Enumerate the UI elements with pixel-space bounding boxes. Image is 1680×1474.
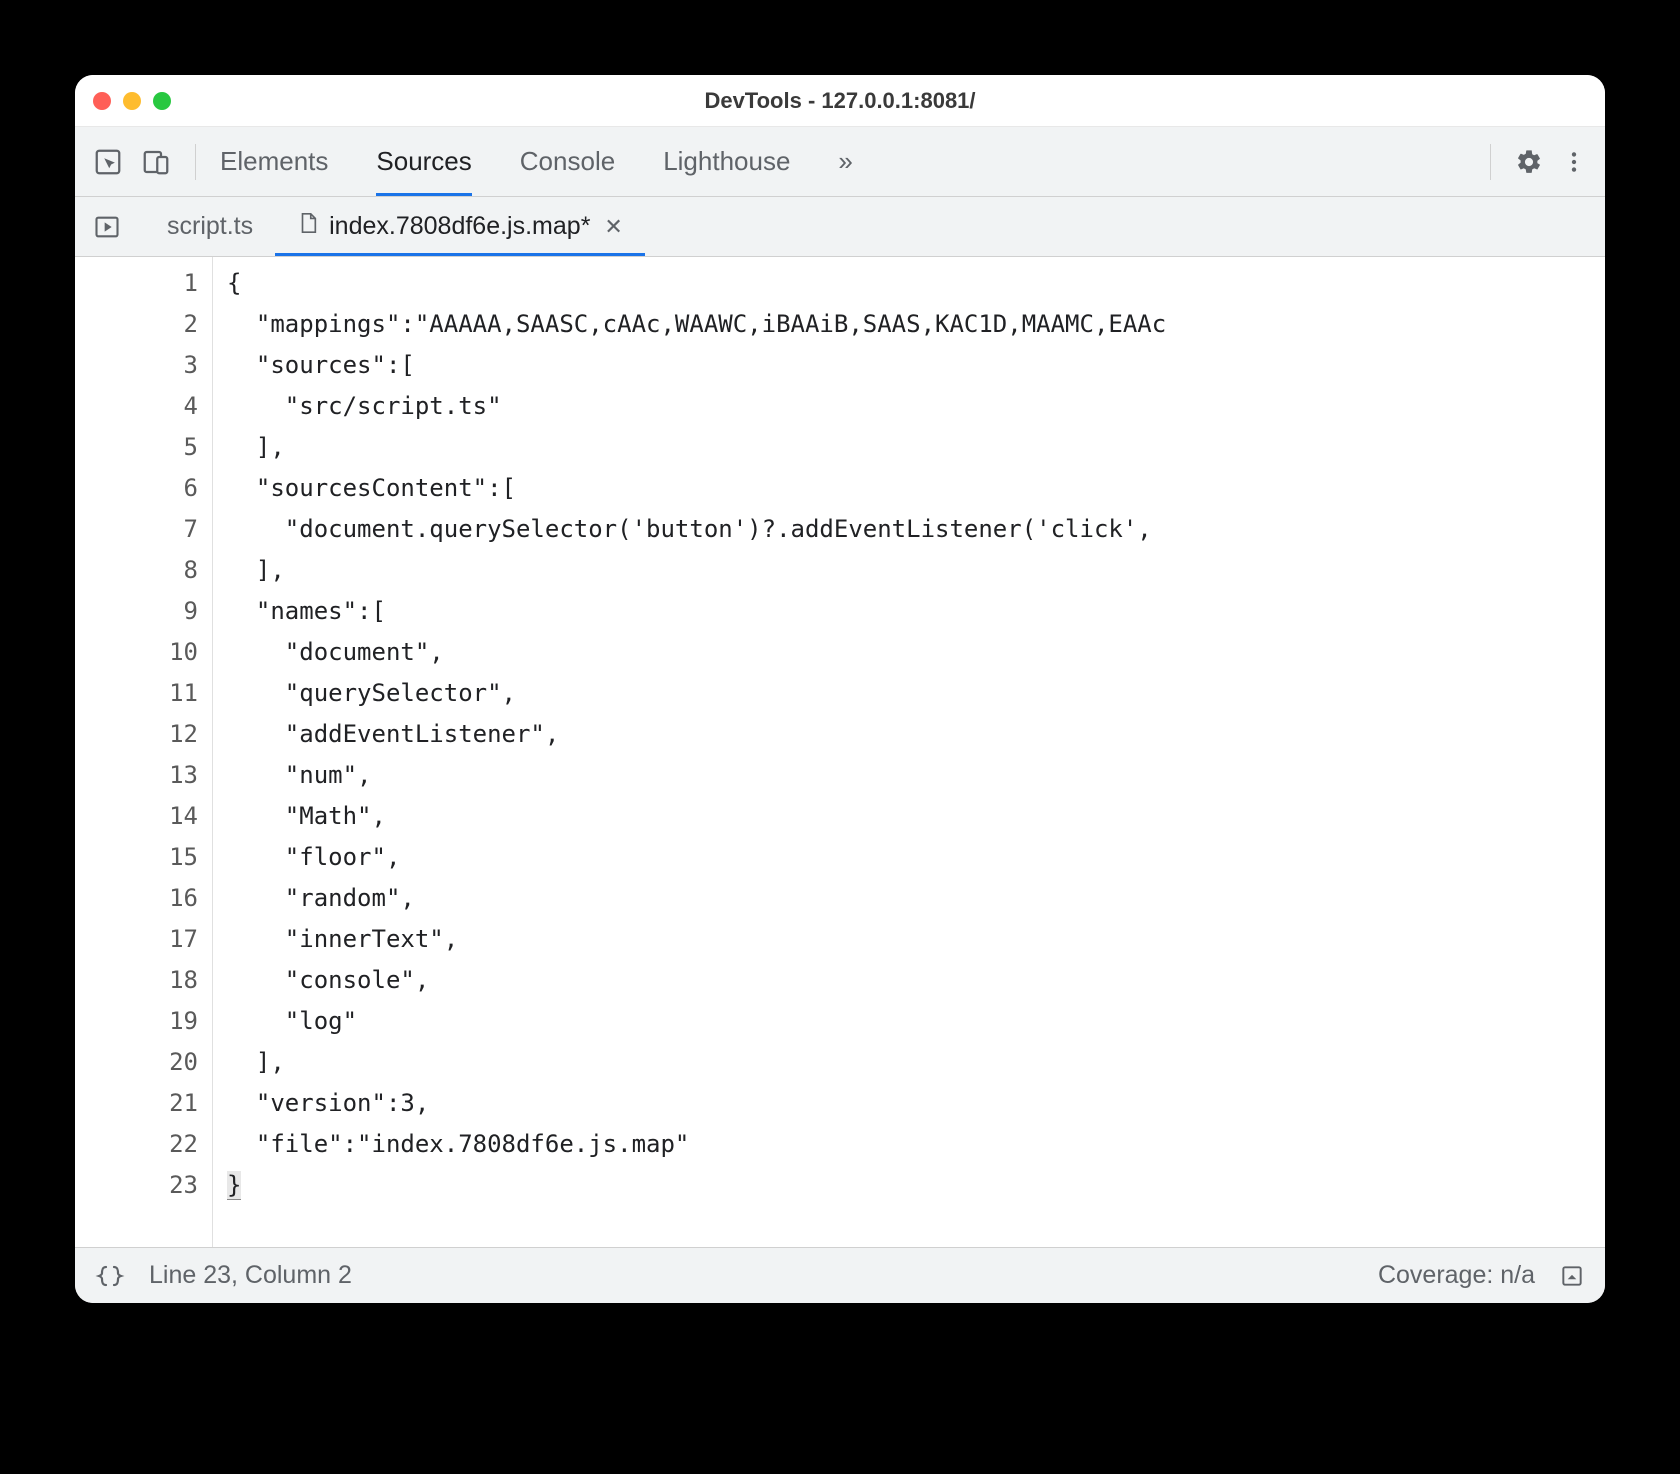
- cursor-position: Line 23, Column 2: [149, 1261, 352, 1290]
- settings-icon[interactable]: [1515, 148, 1543, 176]
- zoom-window-button[interactable]: [153, 92, 171, 110]
- coverage-status: Coverage: n/a: [1378, 1261, 1535, 1290]
- file-tab-index-map[interactable]: index.7808df6e.js.map* ✕: [275, 197, 645, 256]
- window-title: DevTools - 127.0.0.1:8081/: [75, 88, 1605, 114]
- pretty-print-icon[interactable]: [95, 1263, 125, 1289]
- file-icon: [297, 212, 319, 241]
- devtools-window: DevTools - 127.0.0.1:8081/ Elements Sour…: [75, 75, 1605, 1303]
- traffic-lights: [93, 92, 171, 110]
- tab-lighthouse[interactable]: Lighthouse: [663, 127, 790, 196]
- code-content[interactable]: { "mappings":"AAAAA,SAASC,cAAc,WAAWC,iBA…: [213, 257, 1605, 1247]
- close-tab-icon[interactable]: ✕: [600, 214, 622, 240]
- kebab-menu-icon[interactable]: [1561, 149, 1587, 175]
- main-toolbar: Elements Sources Console Lighthouse »: [75, 127, 1605, 197]
- file-tab-label: index.7808df6e.js.map*: [329, 212, 590, 241]
- line-number-gutter: 1234567891011121314151617181920212223: [75, 257, 213, 1247]
- titlebar: DevTools - 127.0.0.1:8081/: [75, 75, 1605, 127]
- file-tab-label: script.ts: [167, 212, 253, 241]
- sources-sub-toolbar: script.ts index.7808df6e.js.map* ✕: [75, 197, 1605, 257]
- show-drawer-icon[interactable]: [1559, 1263, 1585, 1289]
- tab-console[interactable]: Console: [520, 127, 615, 196]
- file-tab-script-ts[interactable]: script.ts: [145, 197, 275, 256]
- inspect-element-icon[interactable]: [93, 147, 123, 177]
- minimize-window-button[interactable]: [123, 92, 141, 110]
- device-toolbar-icon[interactable]: [141, 147, 171, 177]
- toolbar-divider: [1490, 144, 1491, 180]
- statusbar: Line 23, Column 2 Coverage: n/a: [75, 1247, 1605, 1303]
- code-editor[interactable]: 1234567891011121314151617181920212223 { …: [75, 257, 1605, 1247]
- panel-tabs: Elements Sources Console Lighthouse »: [220, 127, 853, 196]
- tab-elements[interactable]: Elements: [220, 127, 328, 196]
- navigator-toggle-icon[interactable]: [93, 197, 145, 256]
- toolbar-divider: [195, 144, 196, 180]
- close-window-button[interactable]: [93, 92, 111, 110]
- tab-sources[interactable]: Sources: [376, 127, 471, 196]
- more-tabs-button[interactable]: »: [838, 127, 852, 196]
